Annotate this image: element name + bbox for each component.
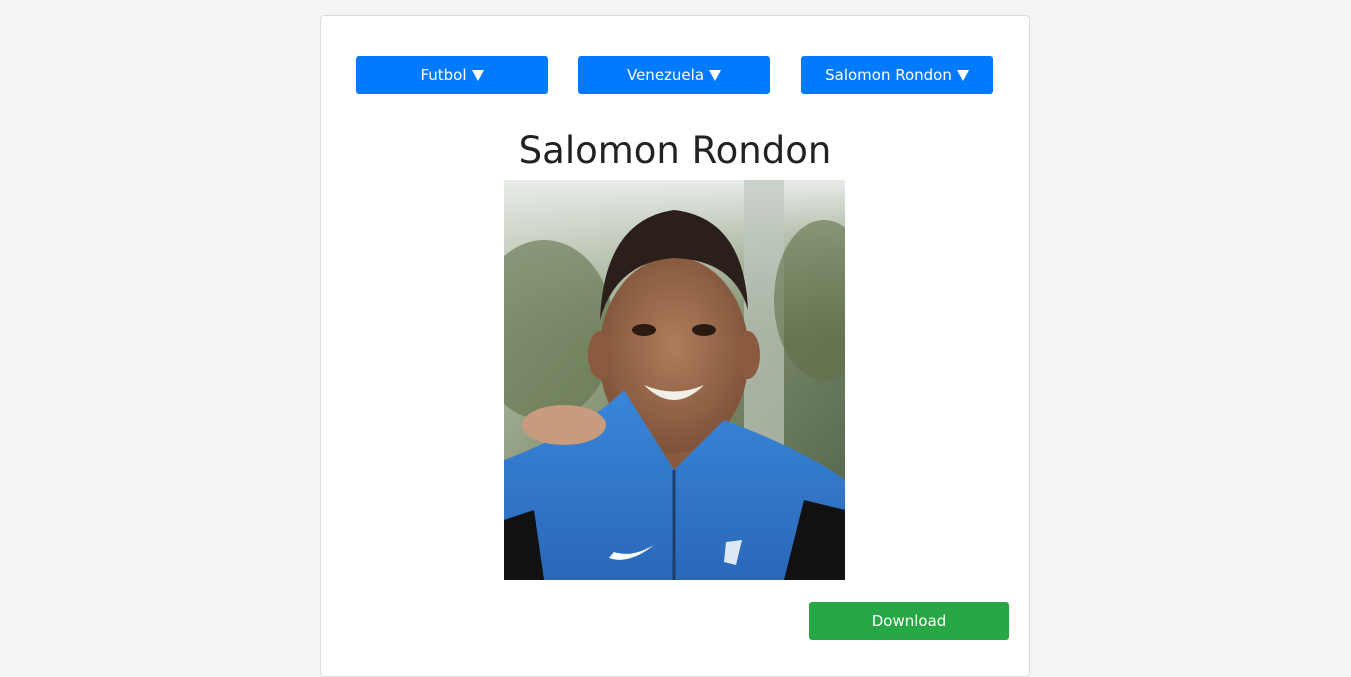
player-dropdown[interactable]: Salomon Rondon	[801, 56, 993, 94]
caret-down-icon	[471, 70, 484, 81]
caret-down-icon	[956, 70, 969, 81]
sport-dropdown[interactable]: Futbol	[356, 56, 548, 94]
player-dropdown-label: Salomon Rondon	[825, 66, 952, 84]
country-dropdown-label: Venezuela	[626, 66, 705, 84]
player-name-heading: Salomon Rondon	[518, 129, 832, 172]
player-card: Futbol Venezuela Salomon Rondon Salomon …	[320, 15, 1030, 677]
caret-down-icon	[709, 70, 722, 81]
download-button[interactable]: Download	[809, 602, 1009, 640]
player-photo	[504, 180, 845, 580]
country-dropdown[interactable]: Venezuela	[578, 56, 770, 94]
sport-dropdown-label: Futbol	[420, 66, 467, 84]
